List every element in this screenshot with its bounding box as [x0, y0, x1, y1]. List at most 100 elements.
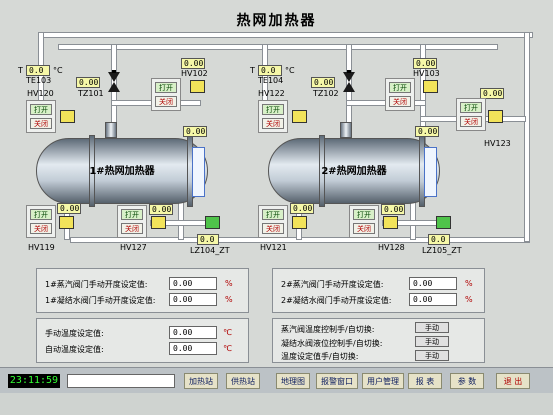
hv120-valve-icon[interactable] — [60, 110, 75, 123]
hv122-valve-icon[interactable] — [292, 110, 307, 123]
tz102-tag: TZ102 — [313, 89, 339, 98]
hv122-close-button[interactable]: 关闭 — [262, 118, 284, 129]
tz101-valve-icon[interactable] — [106, 70, 122, 98]
nav-map-button[interactable]: 地理图 — [276, 373, 310, 389]
hv121-open-button[interactable]: 打开 — [262, 209, 284, 220]
hv103-valve-icon[interactable] — [423, 80, 438, 93]
te103-value: 0.0 — [26, 65, 50, 76]
hv103-control: 打开 关闭 — [385, 78, 415, 111]
tank2-top-value: 0.00 — [415, 126, 439, 137]
tank2-name: 2#热网加热器 — [321, 166, 387, 177]
hv103-close-button[interactable]: 关闭 — [389, 96, 411, 107]
hv119-close-button[interactable]: 关闭 — [30, 223, 52, 234]
steam-temp-mode-label: 蒸汽阀温度控制手/自切换: — [281, 325, 375, 334]
nav-heating-station-button[interactable]: 加热站 — [184, 373, 218, 389]
hv119-valve-icon[interactable] — [59, 216, 74, 229]
hv102-close-button[interactable]: 关闭 — [155, 96, 177, 107]
status-bar: 23:11:59 加热站 供热站 地理图 报警窗口 用户管理 报 表 参 数 退… — [0, 367, 553, 394]
valve-setpoint-panel-1: 1#蒸汽阀门手动开度设定值: 0.00 % 1#凝结水阀门手动开度设定值: 0.… — [36, 268, 249, 313]
lz105-valve-icon[interactable] — [436, 216, 451, 229]
hv121-control: 打开 关闭 — [258, 205, 288, 238]
tank1-name: 1#热网加热器 — [89, 166, 155, 177]
auto-temp-label: 自动温度设定值: — [45, 345, 104, 354]
nav-alarm-window-button[interactable]: 报警窗口 — [316, 373, 358, 389]
lz104-tag: LZ104_ZT — [190, 246, 230, 255]
hv127-open-button[interactable]: 打开 — [121, 209, 143, 220]
cond1-setpoint-input[interactable]: 0.00 — [169, 293, 217, 306]
manual-temp-input[interactable]: 0.00 — [169, 326, 217, 339]
hv121-tag: HV121 — [260, 243, 287, 252]
steam-temp-mode-button[interactable]: 手动 — [415, 322, 449, 333]
message-box — [67, 374, 175, 388]
te104-value: 0.0 — [258, 65, 282, 76]
hv122-open-button[interactable]: 打开 — [262, 104, 284, 115]
tank1-top-value: 0.00 — [183, 126, 207, 137]
mode-switch-panel: 蒸汽阀温度控制手/自切换: 手动 凝结水阀液位控制手/自切换: 手动 温度设定值… — [272, 318, 485, 363]
cond1-setpoint-unit: % — [225, 295, 233, 304]
tz102-valve-icon[interactable] — [341, 70, 357, 98]
hv119-open-button[interactable]: 打开 — [30, 209, 52, 220]
nav-exit-button[interactable]: 退 出 — [496, 373, 530, 389]
hv127-value: 0.00 — [149, 204, 173, 215]
steam1-setpoint-input[interactable]: 0.00 — [169, 277, 217, 290]
lz104-valve-icon[interactable] — [205, 216, 220, 229]
hv121-valve-icon[interactable] — [292, 216, 307, 229]
steam2-setpoint-input[interactable]: 0.00 — [409, 277, 457, 290]
hv123-tag: HV123 — [484, 139, 511, 148]
lz105-tag: LZ105_ZT — [422, 246, 462, 255]
steam1-setpoint-label: 1#蒸汽阀门手动开度设定值: — [45, 280, 148, 289]
hv122-tag: HV122 — [258, 89, 285, 98]
clock-display: 23:11:59 — [8, 374, 60, 388]
hv103-open-button[interactable]: 打开 — [389, 82, 411, 93]
hv123-valve-icon[interactable] — [488, 110, 503, 123]
temp-setpoint-mode-label: 温度设定值手/自切换: — [281, 352, 359, 361]
hv102-valve-icon[interactable] — [190, 80, 205, 93]
hv127-control: 打开 关闭 — [117, 205, 147, 238]
hv127-valve-icon[interactable] — [151, 216, 166, 229]
steam-header-pipe — [38, 32, 533, 38]
cond2-setpoint-input[interactable]: 0.00 — [409, 293, 457, 306]
manual-temp-unit: ℃ — [223, 328, 232, 337]
hv127-close-button[interactable]: 关闭 — [121, 223, 143, 234]
hv123-open-button[interactable]: 打开 — [460, 102, 482, 113]
hv103-value: 0.00 — [413, 58, 437, 69]
steam1-setpoint-unit: % — [225, 279, 233, 288]
hv121-value: 0.00 — [290, 203, 314, 214]
hv102-control: 打开 关闭 — [151, 78, 181, 111]
hv121-close-button[interactable]: 关闭 — [262, 223, 284, 234]
tz102-value: 0.00 — [311, 77, 335, 88]
hv128-valve-icon[interactable] — [383, 216, 398, 229]
auto-temp-input[interactable]: 0.00 — [169, 342, 217, 355]
steam2-setpoint-label: 2#蒸汽阀门手动开度设定值: — [281, 280, 384, 289]
te103-t-label: T — [18, 66, 23, 75]
cond-level-mode-button[interactable]: 手动 — [415, 336, 449, 347]
hv123-close-button[interactable]: 关闭 — [460, 116, 482, 127]
steam2-setpoint-unit: % — [465, 279, 473, 288]
lz104-value: 0.0 — [197, 234, 219, 245]
nav-user-management-button[interactable]: 用户管理 — [362, 373, 404, 389]
cond2-setpoint-label: 2#凝结水阀门手动开度设定值: — [281, 296, 392, 305]
scada-screen: 热网加热器 1#热网加热器 0.00 2#热网加热器 0.00 T 0.0 °C… — [0, 0, 553, 415]
hv120-tag: HV120 — [27, 89, 54, 98]
te104-t-label: T — [250, 66, 255, 75]
hv127-tag: HV127 — [120, 243, 147, 252]
hv119-value: 0.00 — [57, 203, 81, 214]
lz105-value: 0.0 — [428, 234, 450, 245]
temperature-setpoint-panel: 手动温度设定值: 0.00 ℃ 自动温度设定值: 0.00 ℃ — [36, 318, 249, 363]
right-riser-pipe — [524, 32, 530, 242]
tank1: 1#热网加热器 — [36, 135, 208, 207]
hv103-tag: HV103 — [413, 69, 440, 78]
te103-unit: °C — [53, 66, 63, 75]
hv128-open-button[interactable]: 打开 — [353, 209, 375, 220]
temp-setpoint-mode-button[interactable]: 手动 — [415, 350, 449, 361]
hv102-open-button[interactable]: 打开 — [155, 82, 177, 93]
hv120-open-button[interactable]: 打开 — [30, 104, 52, 115]
hv120-close-button[interactable]: 关闭 — [30, 118, 52, 129]
tank1-top-nozzle — [105, 122, 117, 138]
nav-parameters-button[interactable]: 参 数 — [450, 373, 484, 389]
cond-level-mode-label: 凝结水阀液位控制手/自切换: — [281, 339, 383, 348]
hv119-tag: HV119 — [28, 243, 55, 252]
hv128-close-button[interactable]: 关闭 — [353, 223, 375, 234]
nav-supply-station-button[interactable]: 供热站 — [226, 373, 260, 389]
nav-report-button[interactable]: 报 表 — [408, 373, 442, 389]
